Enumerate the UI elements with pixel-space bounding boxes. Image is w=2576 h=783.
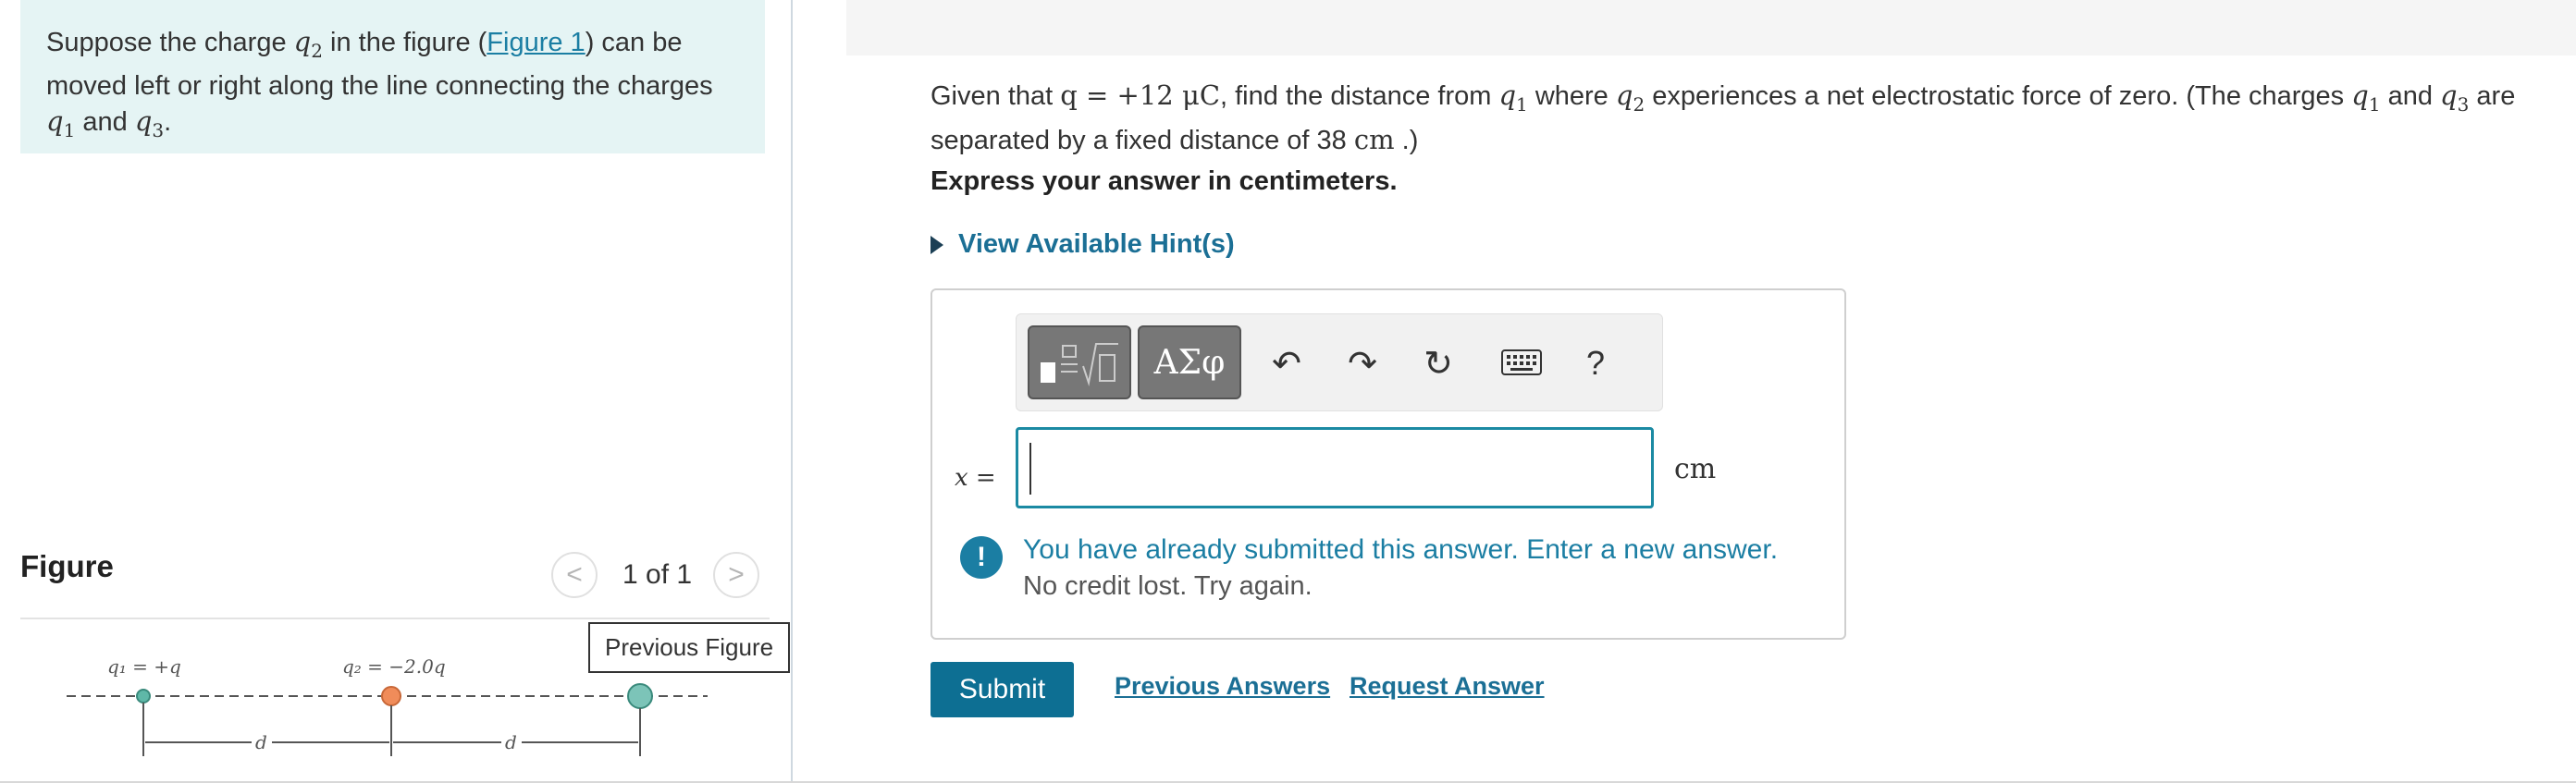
q1-label: q₁ = +q (107, 655, 181, 678)
q-expression: q = +12 μC (1060, 80, 1221, 111)
chevron-right-icon: > (728, 559, 745, 590)
previous-answers-link[interactable]: Previous Answers (1115, 672, 1330, 701)
view-hints-label: View Available Hint(s) (958, 229, 1235, 259)
q2-charge (381, 686, 401, 706)
q1-symbol: q (1498, 80, 1517, 111)
figure-divider (20, 618, 770, 619)
q1-subscript: 1 (1516, 92, 1528, 116)
figure-link[interactable]: Figure 1 (487, 28, 585, 57)
alert-icon: ! (960, 536, 1003, 579)
q2-symbol: q (293, 26, 312, 57)
question-part: and (2380, 81, 2441, 111)
q2-symbol: q (1615, 80, 1633, 111)
feedback-submessage: No credit lost. Try again. (1023, 571, 1313, 601)
q3-subscript: 3 (152, 118, 165, 141)
view-hints-toggle[interactable]: View Available Hint(s) (931, 229, 1235, 260)
q2-label: q₂ = −2.0q (342, 655, 446, 678)
previous-figure-button[interactable]: < (551, 552, 598, 598)
top-strip (846, 0, 2576, 55)
problem-statement: Suppose the charge q2 in the figure (Fig… (20, 0, 765, 153)
variable-label: x = (955, 464, 996, 492)
submit-button[interactable]: Submit (931, 662, 1074, 717)
d1-label: d (255, 731, 267, 753)
q1-subscript: 1 (63, 118, 76, 141)
problem-text: ) can be (585, 28, 683, 57)
problem-text: . (164, 106, 172, 137)
q1-symbol: q (46, 104, 64, 137)
question-part: , find the distance from (1220, 81, 1499, 111)
q2-subscript: 2 (311, 39, 323, 62)
problem-text: and (75, 106, 135, 137)
templates-button[interactable] (1028, 325, 1131, 399)
figure-title: Figure (20, 549, 114, 583)
q1-charge (136, 689, 151, 703)
answer-box: ΑΣφ ↶ ↷ ↻ ? x = cm ! You have already su… (931, 288, 1846, 640)
q2-subscript: 2 (1633, 92, 1645, 116)
answer-unit: cm (1674, 453, 1717, 485)
request-answer-link[interactable]: Request Answer (1350, 672, 1545, 701)
problem-text: in the figure ( (322, 28, 487, 57)
q3-subscript: 3 (2457, 92, 2470, 116)
keyboard-glyph (1501, 349, 1542, 375)
help-icon[interactable]: ? (1571, 340, 1620, 386)
next-figure-button[interactable]: > (713, 552, 759, 598)
q3-charge (627, 683, 653, 709)
feedback-message: You have already submitted this answer. … (1023, 534, 1779, 565)
greek-symbols-button[interactable]: ΑΣφ (1138, 325, 1241, 399)
problem-text: Suppose the charge (46, 28, 294, 57)
figure-page-count: 1 of 1 (622, 559, 693, 590)
keyboard-icon[interactable] (1498, 340, 1546, 386)
undo-icon[interactable]: ↶ (1263, 340, 1311, 386)
question-part: experiences a net electrostatic force of… (1645, 81, 2352, 111)
q1-symbol: q (2351, 80, 2369, 111)
question-part: .) (1394, 125, 1419, 155)
q3-symbol: q (2440, 80, 2458, 111)
answer-input[interactable] (1016, 427, 1654, 508)
q1-subscript: 1 (2368, 92, 2381, 116)
unit-cm: cm (1353, 123, 1395, 155)
q3-symbol: q (134, 104, 153, 137)
question-part: where (1527, 81, 1616, 111)
triangle-right-icon (931, 235, 943, 254)
problem-text: moved left or right along the line conne… (46, 70, 713, 101)
text-caret (1029, 443, 1031, 495)
express-instruction: Express your answer in centimeters. (931, 166, 1398, 196)
question-part: Given that (931, 81, 1061, 111)
chevron-left-icon: < (566, 559, 583, 590)
d2-label: d (505, 731, 517, 753)
redo-icon[interactable]: ↷ (1338, 340, 1387, 386)
previous-figure-tooltip: Previous Figure (588, 622, 791, 673)
math-toolbar: ΑΣφ ↶ ↷ ↻ ? (1016, 313, 1663, 411)
reset-icon[interactable]: ↻ (1414, 340, 1462, 386)
left-pane: Suppose the charge q2 in the figure (Fig… (0, 0, 793, 783)
question-text: Given that q = +12 μC, find the distance… (931, 78, 2558, 158)
templates-icon (1041, 343, 1118, 386)
